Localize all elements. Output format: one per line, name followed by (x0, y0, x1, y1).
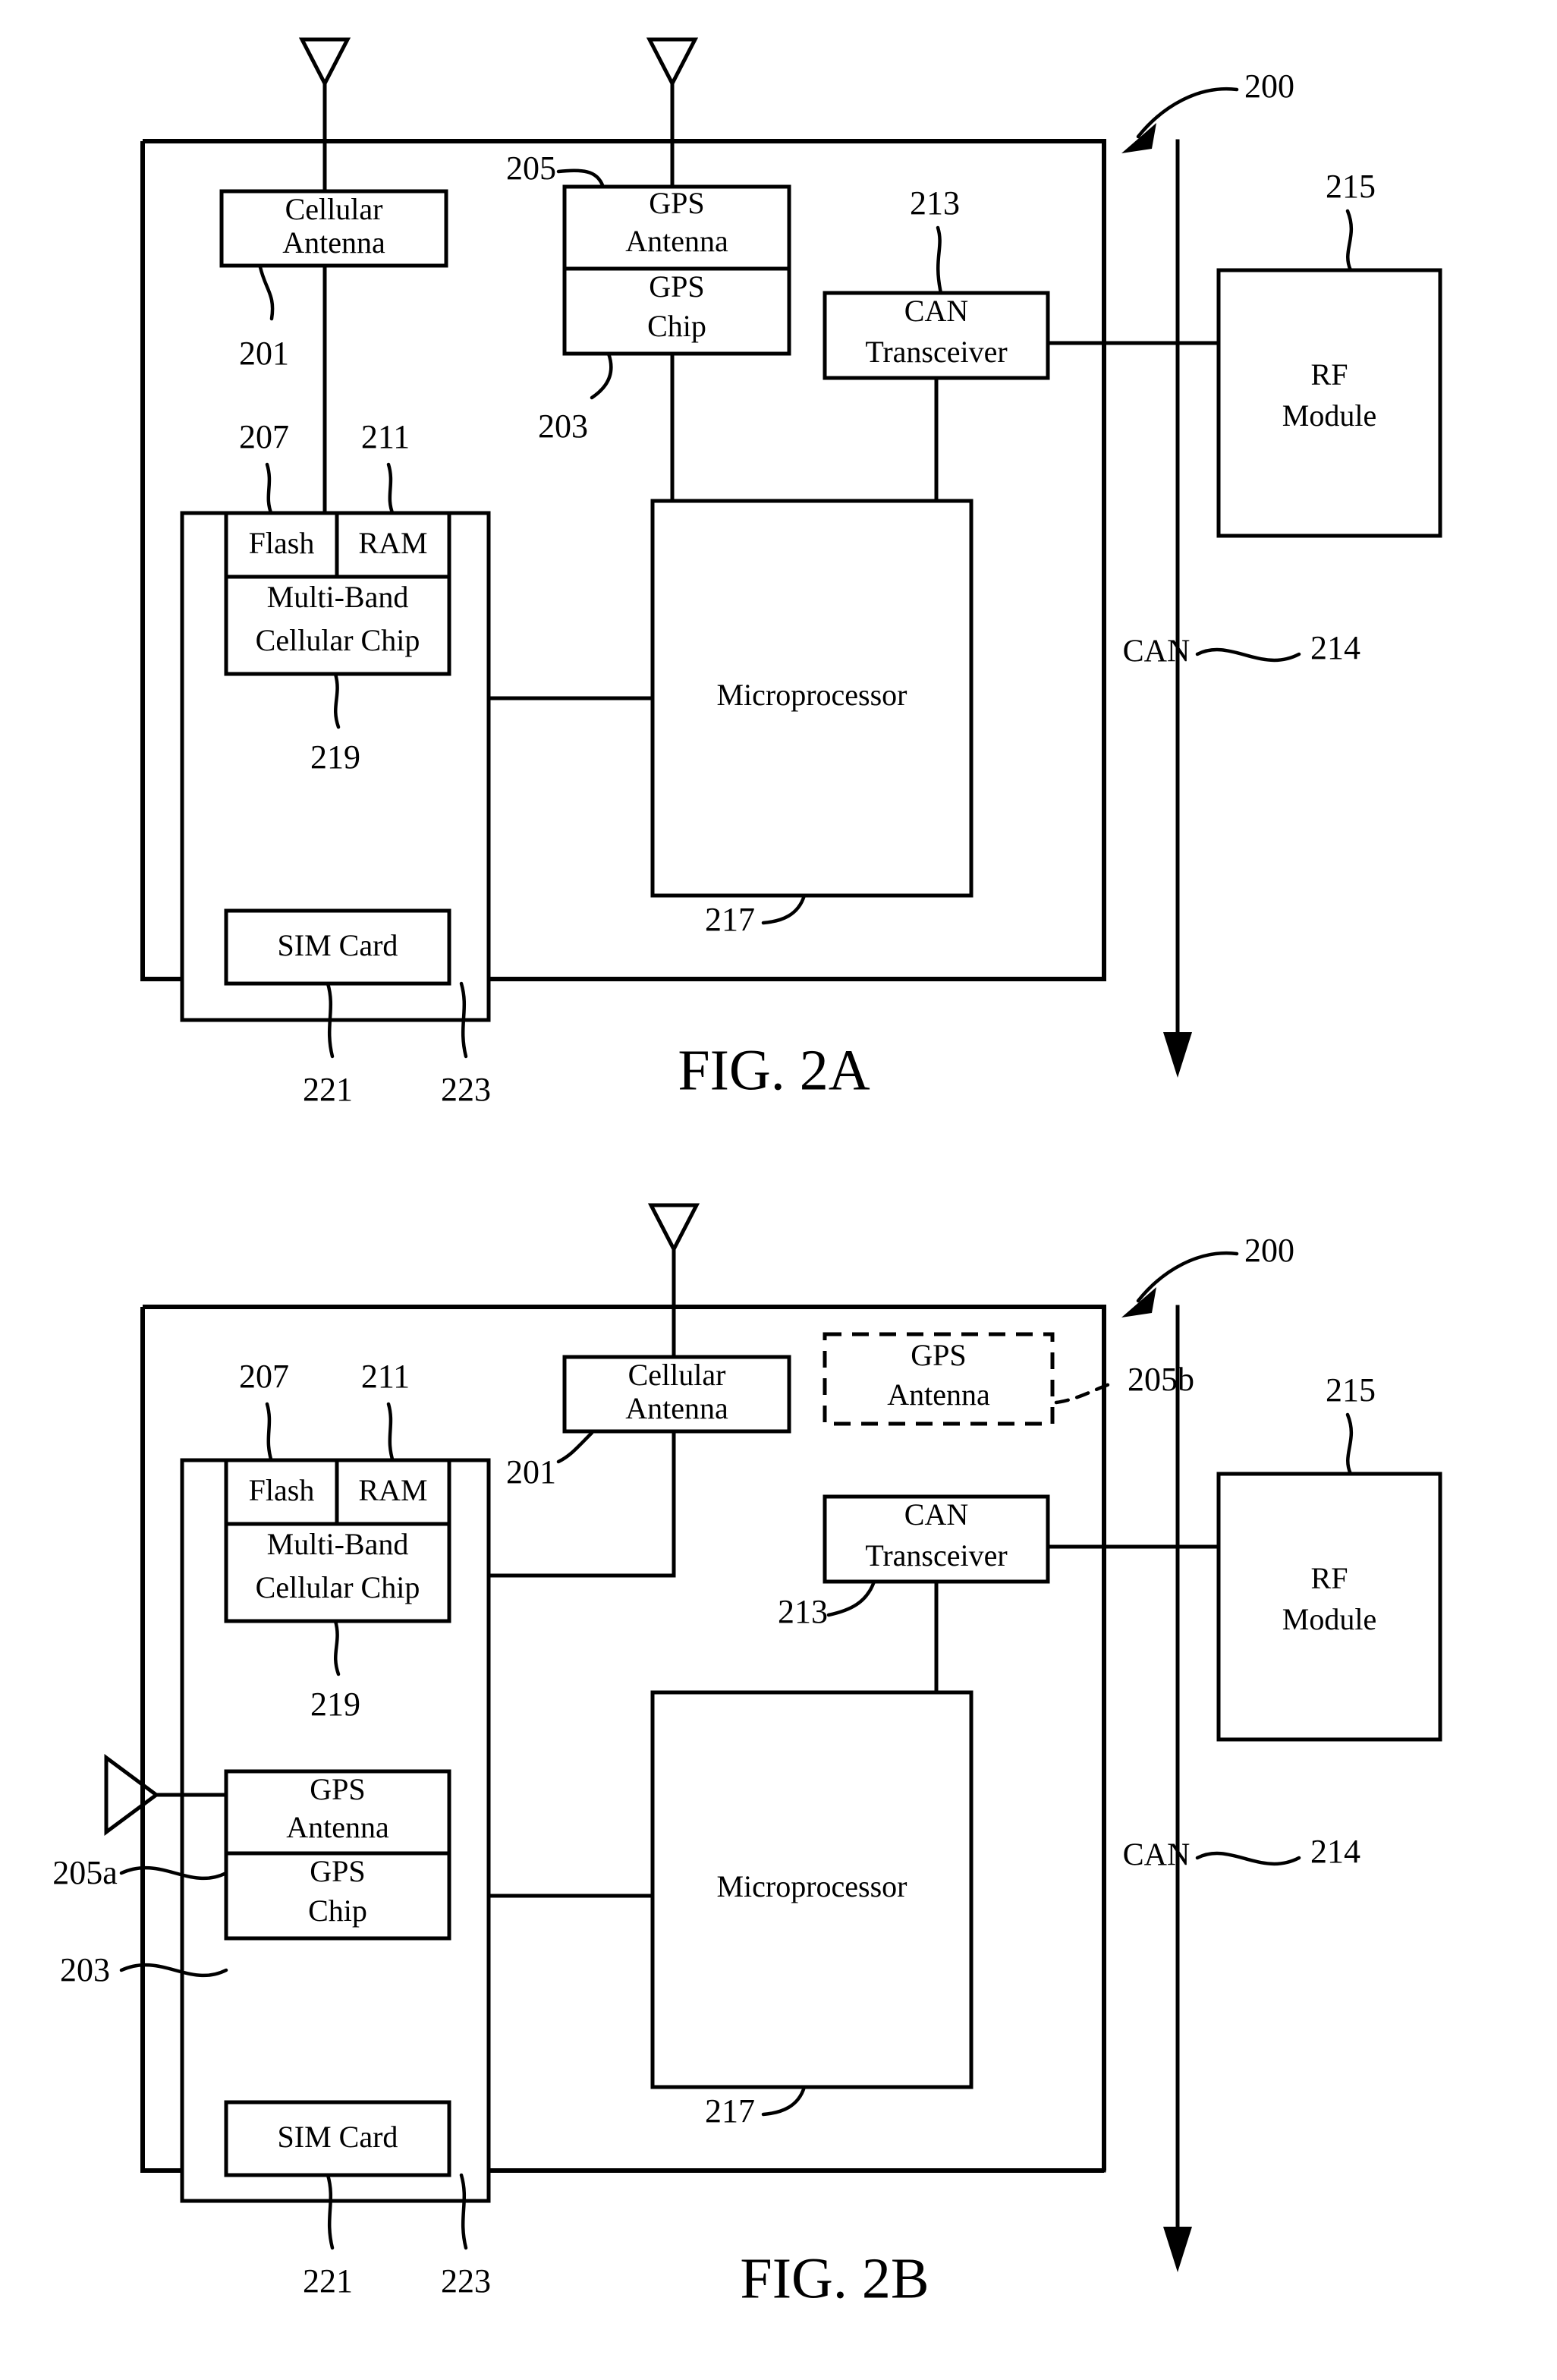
fig2b-ref-201: 201 (506, 1453, 556, 1491)
fig2a-leader-219 (333, 672, 341, 729)
fig2a-cellular-antenna-label-line1: Cellular (285, 192, 383, 226)
fig2b-gps-antenna-int-label-line1: GPS (310, 1772, 365, 1806)
fig2a-gps-chip-label-line2: Chip (647, 309, 706, 343)
fig2b-ref-217: 217 (705, 2092, 755, 2130)
fig2b-ref-219: 219 (310, 1686, 360, 1723)
fig2b-can-transceiver-label-line1: CAN (904, 1497, 968, 1532)
fig2a-ref-223: 223 (441, 1071, 491, 1108)
fig2b-ref-214: 214 (1310, 1833, 1360, 1870)
fig2a-cellular-antenna-icon (298, 37, 351, 88)
fig2a-ref-221: 221 (303, 1071, 353, 1108)
fig2b-leader-215 (1345, 1412, 1354, 1476)
fig2b-gps-antenna-icon (104, 1754, 160, 1836)
fig2a-leader-203 (590, 351, 613, 400)
fig2b-gps-antenna-int-label-line2: Antenna (286, 1810, 389, 1844)
figure-2b: 207 211 Flash RAM Multi-Band Cellular Ch… (52, 1203, 1442, 2310)
fig2a-ref-213: 213 (910, 184, 960, 222)
fig2a-rf-module-label-line2: Module (1282, 398, 1376, 433)
fig2b-can-bus-label: CAN (1123, 1838, 1191, 1873)
fig2a-leader-211 (386, 462, 395, 517)
fig2b-leader-205b (1054, 1382, 1112, 1405)
fig2a-ref-201: 201 (239, 335, 289, 372)
fig2a-gps-chip-label-line1: GPS (649, 269, 704, 304)
fig2b-leader-201 (556, 1431, 594, 1464)
fig2b-leader-219 (333, 1619, 341, 1676)
fig2a-ram-label: RAM (358, 526, 427, 560)
fig2b-ref-223: 223 (441, 2262, 491, 2300)
fig2b-gps-chip-label-line2: Chip (308, 1894, 367, 1928)
fig2a-sim-card-label: SIM Card (278, 928, 398, 962)
fig2b-mbcc-label-line1: Multi-Band (267, 1527, 409, 1561)
fig2b-cellular-antenna-icon (647, 1203, 700, 1254)
fig2a-leader-221 (326, 981, 335, 1059)
fig2a-ref-207: 207 (239, 418, 289, 455)
fig2b-can-bus-arrowhead (1163, 2227, 1192, 2272)
fig2a-ref-215: 215 (1326, 168, 1376, 205)
fig2b-cellular-antenna-label-line1: Cellular (628, 1358, 726, 1392)
fig2a-leader-217 (761, 893, 807, 925)
fig2b-rf-module-label-line2: Module (1282, 1602, 1376, 1636)
fig2b-gps-chip-label-line1: GPS (310, 1854, 365, 1888)
fig2b-can-transceiver-label-line2: Transceiver (865, 1538, 1007, 1572)
figure-2a-and-2b-layer: Cellular Antenna 201 207 211 Flash RAM M… (52, 37, 1442, 2310)
fig2a-microprocessor-label: Microprocessor (716, 678, 907, 712)
fig2b-ref-213: 213 (778, 1593, 828, 1630)
fig2a-ref-203: 203 (538, 408, 588, 445)
fig2b-gps-antenna-ext-label-line2: Antenna (887, 1377, 990, 1412)
fig2b-ref-215: 215 (1326, 1371, 1376, 1409)
fig2b-leader-211 (386, 1402, 395, 1464)
fig2a-gps-antenna-label-line2: Antenna (625, 224, 728, 258)
fig2b-mbcc-label-line2: Cellular Chip (256, 1570, 420, 1604)
fig2b-arrow-200 (1121, 1287, 1156, 1318)
fig2b-leader-207 (265, 1402, 274, 1464)
fig2a-ref-219: 219 (310, 738, 360, 776)
fig2a-flash-label: Flash (249, 526, 315, 560)
fig2a-cellular-antenna-label-line2: Antenna (282, 225, 385, 260)
fig2a-ref-214: 214 (1310, 629, 1360, 666)
fig2b-leader-221 (326, 2173, 335, 2250)
fig2b-ref-200: 200 (1244, 1232, 1294, 1269)
fig2b-ref-203: 203 (60, 1951, 110, 1988)
fig2b-sim-card-label: SIM Card (278, 2120, 398, 2154)
fig2b-rf-module-label-line1: RF (1311, 1561, 1348, 1595)
fig2a-gps-antenna-label-line1: GPS (649, 186, 704, 220)
fig2b-gps-antenna-ext-label-line1: GPS (911, 1338, 966, 1372)
fig2a-ref-200: 200 (1244, 68, 1294, 105)
fig2a-gps-antenna-icon (646, 37, 699, 88)
fig2b-leader-223 (459, 2173, 468, 2250)
fig2a-ref-211: 211 (361, 418, 410, 455)
fig2a-ref-205: 205 (506, 150, 556, 187)
fig2b-ref-207: 207 (239, 1358, 289, 1395)
fig2b-ref-205b: 205b (1128, 1361, 1194, 1398)
fig2a-leader-223 (459, 981, 468, 1059)
fig2a-can-transceiver-label-line2: Transceiver (865, 335, 1007, 369)
fig2b-caption: FIG. 2B (740, 2246, 929, 2310)
fig2a-can-transceiver-label-line1: CAN (904, 294, 968, 328)
figure-2a: Cellular Antenna 201 207 211 Flash RAM M… (140, 37, 1442, 1108)
fig2a-arrow-200 (1121, 123, 1156, 153)
fig2a-leader-215 (1345, 209, 1354, 272)
fig2a-leader-207 (265, 462, 274, 517)
fig2a-leader-213 (936, 225, 943, 295)
fig2a-leader-201 (258, 265, 275, 321)
fig2a-caption: FIG. 2A (678, 1038, 870, 1102)
fig2a-mbcc-label-line2: Cellular Chip (256, 623, 420, 657)
fig2b-leader-213 (826, 1579, 876, 1617)
fig2a-leader-214 (1195, 647, 1301, 663)
fig2b-microprocessor-label: Microprocessor (716, 1869, 907, 1903)
fig2a-ref-217: 217 (705, 901, 755, 938)
fig2b-cellular-antenna-label-line2: Antenna (625, 1391, 728, 1425)
fig2a-mbcc-label-line1: Multi-Band (267, 580, 409, 614)
fig2b-leader-214 (1195, 1851, 1301, 1866)
fig2b-ram-label: RAM (358, 1473, 427, 1507)
fig2b-ref-221: 221 (303, 2262, 353, 2300)
fig2b-leader-217 (761, 2085, 807, 2117)
fig2b-ref-211: 211 (361, 1358, 410, 1395)
fig2b-flash-label: Flash (249, 1473, 315, 1507)
fig2a-rf-module-label-line1: RF (1311, 357, 1348, 392)
fig2a-can-bus-arrowhead (1163, 1032, 1192, 1078)
fig2b-ref-205a: 205a (52, 1854, 118, 1891)
patent-drawing-sheet: Cellular Antenna 201 207 211 Flash RAM M… (0, 0, 1557, 2380)
fig2a-can-bus-label: CAN (1123, 634, 1191, 669)
